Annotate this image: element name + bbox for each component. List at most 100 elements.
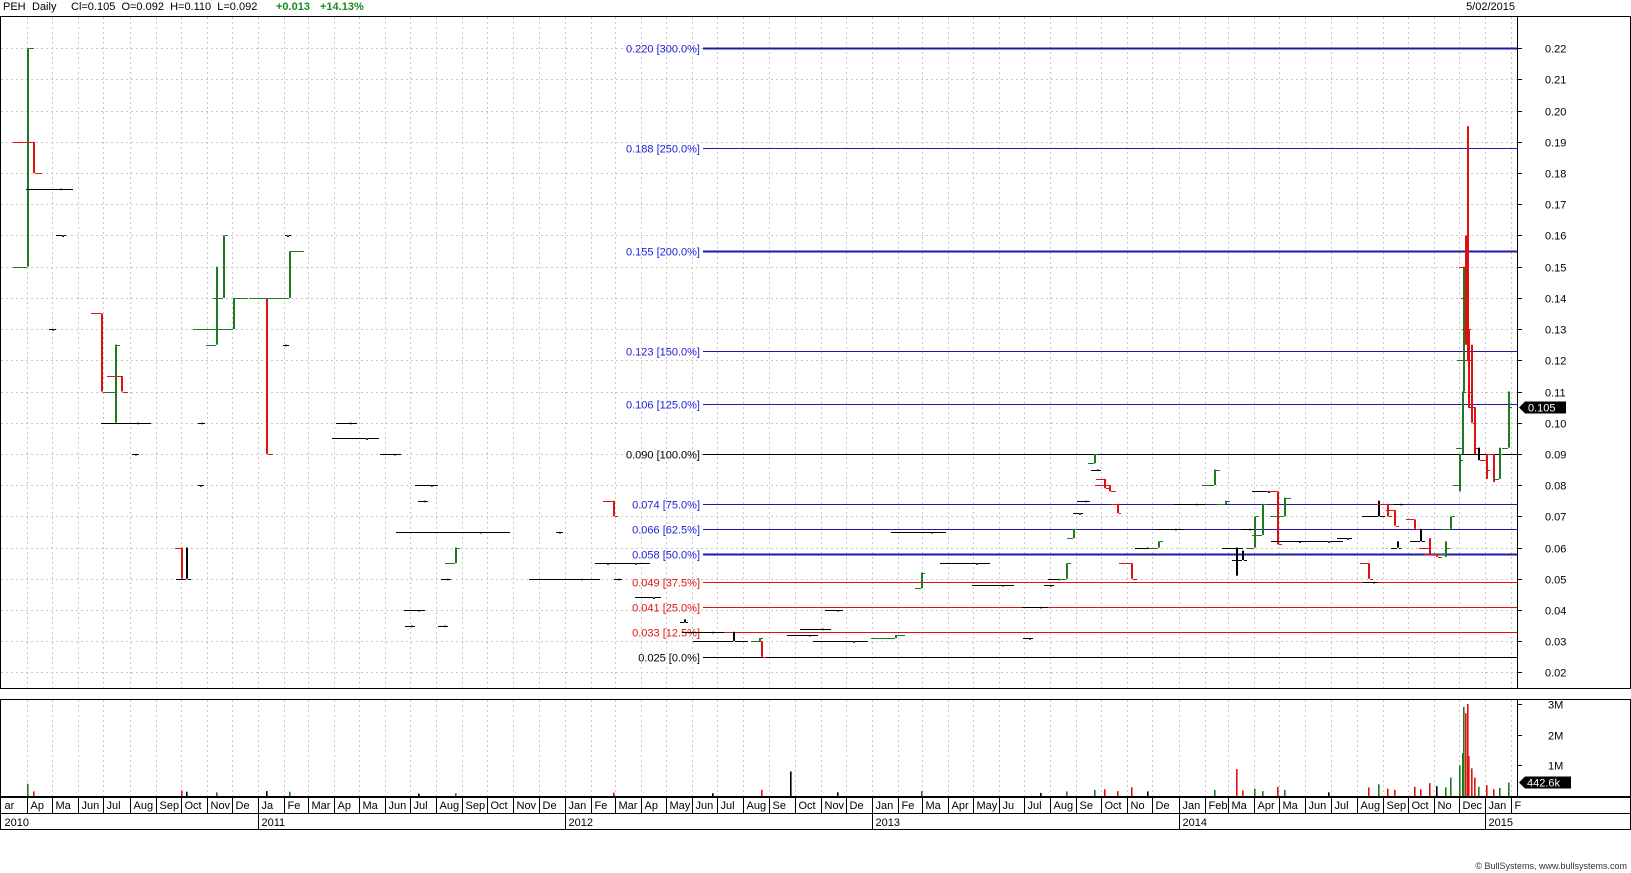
price-bar-range xyxy=(921,572,923,589)
price-bar-range xyxy=(1029,638,1031,640)
price-bar-range xyxy=(1508,391,1510,448)
price-bar-range xyxy=(394,453,396,456)
y-tick-label: 0.22 xyxy=(1545,44,1566,56)
price-bar-range xyxy=(27,48,29,267)
price-bar-range xyxy=(1467,126,1469,361)
y-tick-label: 0.12 xyxy=(1545,356,1566,368)
price-bar-range xyxy=(1394,510,1396,526)
price-bar-range xyxy=(1254,516,1256,548)
volume-bar xyxy=(1499,788,1501,796)
volume-bar xyxy=(761,789,763,796)
price-bar-range xyxy=(1378,500,1380,517)
fib-level-label: 0.123 [150.0%] xyxy=(626,347,700,359)
month-label: Nov xyxy=(517,800,537,812)
volume-bar xyxy=(181,790,183,796)
volume-bar xyxy=(1471,768,1473,796)
volume-bar xyxy=(1378,784,1380,796)
y-tick-label: 0.06 xyxy=(1545,544,1566,556)
price-bar-range xyxy=(618,578,620,581)
volume-bar xyxy=(1066,791,1068,796)
volume-bar xyxy=(1420,789,1422,796)
month-label: Ma xyxy=(56,800,72,812)
y-tick-label: 0.20 xyxy=(1545,107,1566,119)
volume-bar xyxy=(1214,789,1216,796)
volume-bar xyxy=(1445,787,1447,796)
month-label: Ma xyxy=(1232,800,1248,812)
price-bar-range xyxy=(712,631,714,634)
month-label: Jul xyxy=(107,800,121,812)
price-bar-range xyxy=(287,235,289,237)
y-tick-label: 0.10 xyxy=(1545,419,1566,431)
volume-bar xyxy=(921,791,923,796)
price-bar-range xyxy=(137,422,139,425)
price-bar-range xyxy=(1471,344,1473,423)
y-tick-label: 0.07 xyxy=(1545,512,1566,524)
month-label: Oct xyxy=(185,800,202,812)
price-bar-range xyxy=(759,638,761,642)
month-label: Jan xyxy=(876,800,894,812)
price-bar-range xyxy=(733,631,735,642)
price-bar-range xyxy=(285,344,287,347)
volume-bar xyxy=(1429,783,1431,796)
month-label: De xyxy=(236,800,250,812)
price-bar-range xyxy=(653,597,655,599)
price-bar-range xyxy=(447,578,449,581)
month-label: Nov xyxy=(211,800,231,812)
price-bar-range xyxy=(411,625,413,628)
month-label: Sep xyxy=(1387,800,1407,812)
price-bar-range xyxy=(1040,606,1042,609)
volume-bar xyxy=(1450,777,1452,796)
y-tick-label: 0.08 xyxy=(1545,481,1566,493)
price-bar-range xyxy=(1468,329,1470,408)
year-label: 2013 xyxy=(876,817,900,829)
price-bar-range xyxy=(1131,563,1133,579)
month-label: Oct xyxy=(799,800,816,812)
last-price-label: 0.105 xyxy=(1528,403,1556,415)
month-label: Fe xyxy=(595,800,608,812)
month-label: Aug xyxy=(134,800,154,812)
price-bar-range xyxy=(1328,541,1330,543)
year-label: 2015 xyxy=(1489,817,1513,829)
price-bar-range xyxy=(1249,528,1251,531)
grid-lines xyxy=(1,17,1517,796)
month-label: Jan xyxy=(1489,800,1507,812)
fib-level-label: 0.106 [125.0%] xyxy=(626,400,700,412)
month-label: Jul xyxy=(414,800,428,812)
volume-bar xyxy=(1040,792,1042,796)
price-bar-range xyxy=(181,547,183,579)
month-label: Apr xyxy=(1258,800,1275,812)
month-label: Aug xyxy=(1361,800,1381,812)
price-bar-range xyxy=(581,578,583,581)
month-label: Aug xyxy=(440,800,460,812)
volume-bar xyxy=(1493,789,1495,796)
y-tick-label: 0.02 xyxy=(1545,668,1566,680)
volume-y-tick-label: 3M xyxy=(1548,700,1563,712)
price-bar-range xyxy=(1050,585,1052,587)
volume-y-tick-label: 1M xyxy=(1548,761,1563,773)
y-tick-label: 0.19 xyxy=(1545,138,1566,150)
price-bars xyxy=(13,48,1512,658)
price-bar-range xyxy=(1397,541,1399,548)
price-bar-range xyxy=(431,485,433,487)
month-label: Sep xyxy=(160,800,180,812)
year-label: 2014 xyxy=(1183,817,1207,829)
price-bar-range xyxy=(366,438,368,440)
y-tick-label: 0.03 xyxy=(1545,637,1566,649)
volume-bar xyxy=(712,793,714,796)
price-bar-range xyxy=(613,500,615,517)
month-label: Feb xyxy=(1209,800,1228,812)
price-bar-range xyxy=(822,628,824,631)
price-bar-range xyxy=(1104,478,1106,489)
volume-bar xyxy=(1468,756,1470,796)
y-tick-label: 0.17 xyxy=(1545,200,1566,212)
price-bar-range xyxy=(186,547,188,579)
month-label: Ap xyxy=(338,800,351,812)
month-label: ar xyxy=(5,800,15,812)
price-bar-range xyxy=(1347,538,1349,540)
price-bar-range xyxy=(1214,469,1216,486)
month-label: Jul xyxy=(1028,800,1042,812)
price-bar-range xyxy=(115,344,117,423)
price-volume-chart[interactable]: 0.220 [300.0%] 0.188 [250.0%] 0.155 [200.0… xyxy=(0,0,1631,873)
price-bar-range xyxy=(289,251,291,298)
price-bar-range xyxy=(1196,503,1198,506)
